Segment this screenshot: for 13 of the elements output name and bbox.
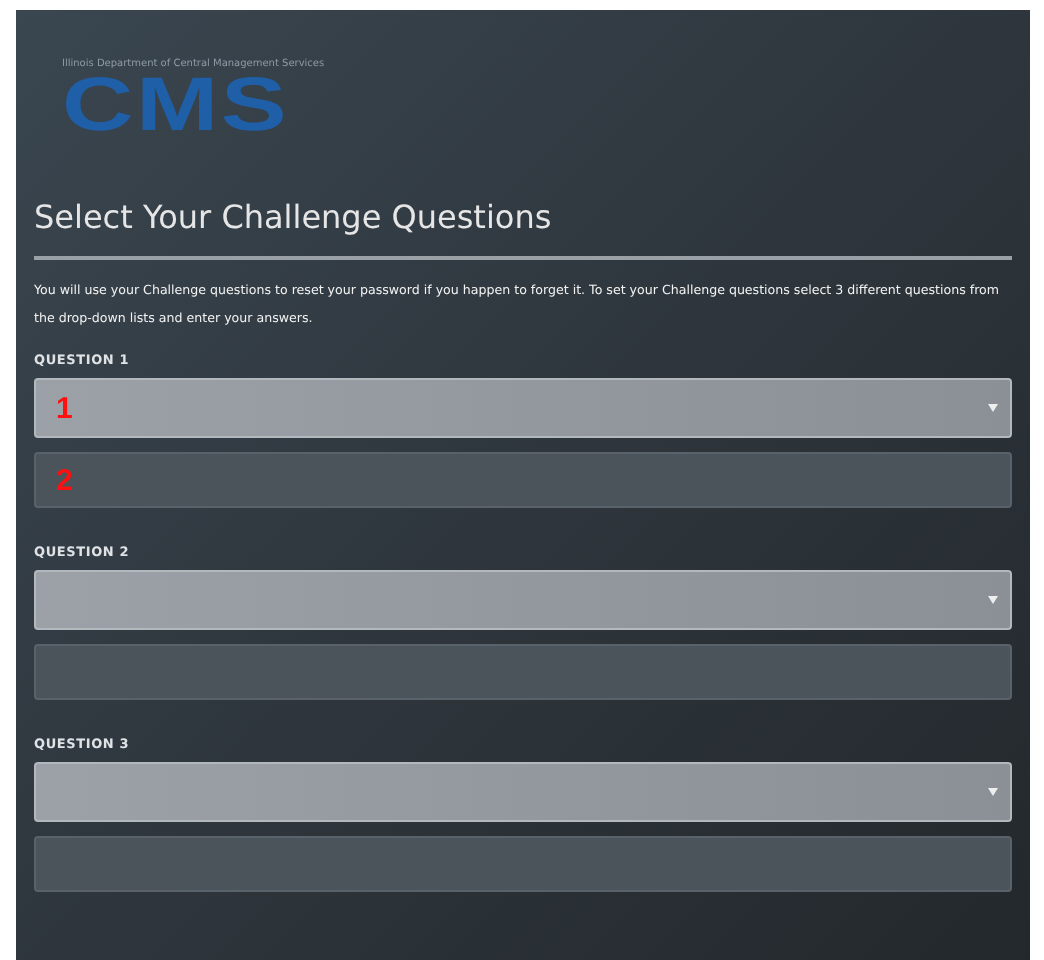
annotation-number: 2 (56, 463, 73, 497)
question-dropdown[interactable] (34, 570, 1012, 630)
page-title: Select Your Challenge Questions (34, 198, 554, 236)
question-dropdown[interactable] (34, 762, 1012, 822)
answer-field[interactable] (34, 836, 1012, 892)
caret-icon (988, 596, 998, 604)
caret-icon (988, 404, 998, 412)
caret-icon (988, 788, 998, 796)
question-dropdown[interactable]: 1 (34, 378, 1012, 438)
annotation-number: 1 (56, 391, 73, 425)
answer-field[interactable] (34, 644, 1012, 700)
logo: CMS (62, 70, 290, 142)
answer-field[interactable]: 2 (34, 452, 1012, 508)
